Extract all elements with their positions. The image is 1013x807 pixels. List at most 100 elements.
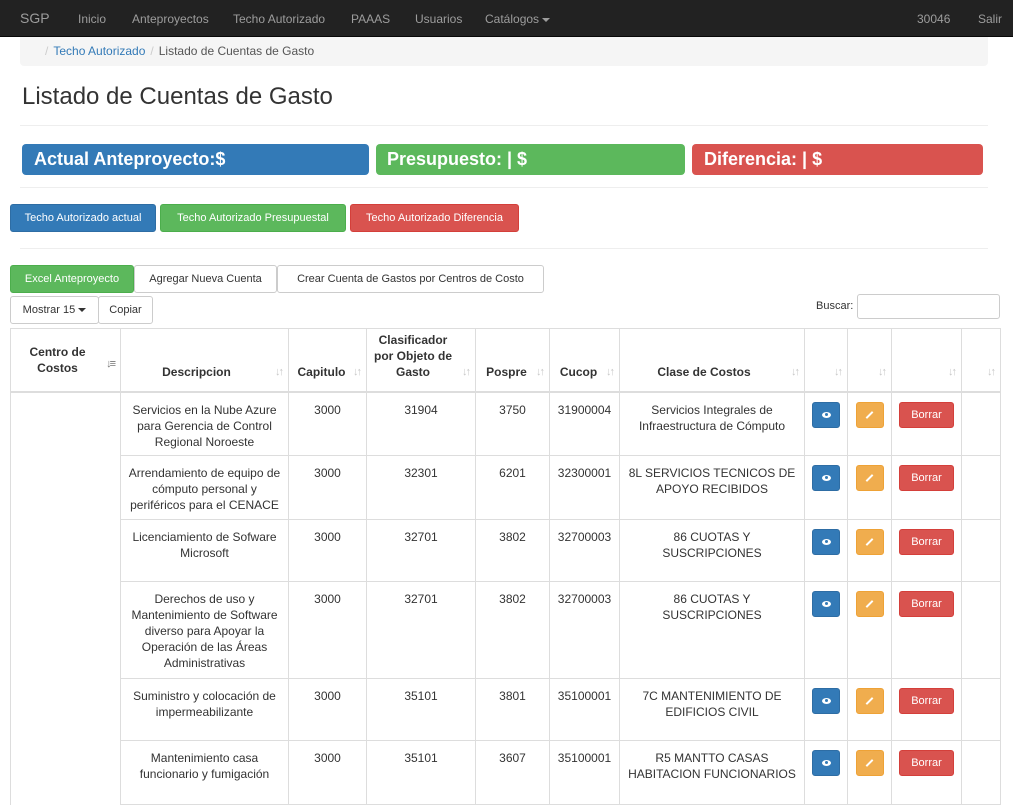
nav-item-inicio[interactable]: Inicio [78, 12, 106, 26]
nav-item-usuarios[interactable]: Usuarios [415, 12, 462, 26]
cell-centro [10, 740, 121, 805]
cell-descripcion: Licenciamiento de Sofware Microsoft [120, 519, 289, 582]
cell-descripcion: Arrendamiento de equipo de cómputo perso… [120, 455, 289, 520]
breadcrumb-separator: / [45, 44, 49, 58]
view-button[interactable] [812, 401, 840, 428]
borrar-button[interactable]: Borrar [899, 401, 954, 428]
cell-capitulo: 3000 [288, 740, 367, 805]
cell-cucop: 32700003 [549, 519, 620, 582]
header-pospre[interactable]: Pospre ↓↑ [475, 328, 550, 393]
sort-icon: ↓↑ [275, 365, 284, 378]
page-title: Listado de Cuentas de Gasto [22, 83, 333, 110]
table-row: Derechos de uso y Mantenimiento de Softw… [10, 581, 1001, 679]
header-capitulo[interactable]: Capitulo ↓↑ [288, 328, 367, 393]
copiar-button[interactable]: Copiar [98, 296, 153, 324]
breadcrumb-link-techo-autorizado[interactable]: Techo Autorizado [53, 44, 145, 58]
pencil-icon [865, 600, 874, 608]
cell-clase: 7C MANTENIMIENTO DE EDIFICIOS CIVIL [619, 678, 805, 741]
cell-clasificador: 31904 [366, 391, 476, 456]
table-row: Suministro y colocación de impermeabiliz… [10, 678, 1001, 741]
sort-icon: ↓↑ [462, 365, 471, 378]
borrar-button[interactable]: Borrar [899, 750, 954, 776]
edit-button[interactable] [855, 529, 884, 555]
view-button[interactable] [812, 591, 840, 617]
nav-item-catalogos[interactable]: Catálogos [485, 12, 551, 26]
header-delete[interactable]: ↓↑ [891, 328, 962, 393]
caret-down-icon [78, 308, 87, 313]
view-button[interactable] [812, 750, 840, 776]
user-id[interactable]: 30046 [917, 12, 950, 26]
logout-link[interactable]: Salir [978, 12, 1002, 26]
header-edit[interactable]: ↓↑ [847, 328, 892, 393]
cell-delete: Borrar [891, 581, 962, 679]
techo-autorizado-actual-button[interactable]: Techo Autorizado actual [10, 204, 156, 232]
pencil-icon [865, 538, 874, 546]
eye-icon [821, 698, 831, 705]
header-label: Clase de Costos [657, 364, 751, 379]
cell-extra [961, 455, 1001, 520]
pencil-icon [865, 697, 874, 705]
excel-anteproyecto-button[interactable]: Excel Anteproyecto [10, 265, 134, 293]
view-button[interactable] [812, 529, 840, 555]
mostrar-label: Mostrar 15 [22, 304, 76, 316]
borrar-button[interactable]: Borrar [899, 591, 954, 617]
cell-edit [847, 581, 892, 679]
agregar-nueva-cuenta-button[interactable]: Agregar Nueva Cuenta [134, 265, 277, 293]
header-label: Centro de Costos [29, 344, 86, 375]
header-cucop[interactable]: Cucop ↓↑ [549, 328, 620, 393]
edit-button[interactable] [855, 688, 884, 714]
header-label: Capitulo [297, 364, 346, 379]
search-input[interactable] [857, 294, 1000, 319]
actual-anteproyecto-total: Actual Anteproyecto:$ [22, 144, 369, 175]
header-centro-costos[interactable]: Centro de Costos ↓≡ [10, 328, 121, 393]
cell-pospre: 3750 [475, 391, 550, 456]
cell-centro [10, 519, 121, 582]
sort-icon: ↓↑ [878, 365, 887, 378]
borrar-button[interactable]: Borrar [899, 688, 954, 714]
cell-clasificador: 32301 [366, 455, 476, 520]
cell-capitulo: 3000 [288, 391, 367, 456]
cell-clasificador: 35101 [366, 678, 476, 741]
edit-button[interactable] [855, 401, 884, 428]
sort-asc-icon: ↓≡ [106, 358, 116, 370]
cell-pospre: 3802 [475, 519, 550, 582]
edit-button[interactable] [855, 465, 884, 491]
cell-delete: Borrar [891, 455, 962, 520]
cell-pospre: 3801 [475, 678, 550, 741]
borrar-button[interactable]: Borrar [899, 529, 954, 555]
header-descripcion[interactable]: Descripcion ↓↑ [120, 328, 289, 393]
cell-descripcion: Servicios en la Nube Azure para Gerencia… [120, 391, 289, 456]
techo-autorizado-diferencia-button[interactable]: Techo Autorizado Diferencia [350, 204, 519, 232]
table-row: Servicios en la Nube Azure para Gerencia… [10, 391, 1001, 456]
mostrar-page-length-button[interactable]: Mostrar 15 [10, 296, 99, 324]
cell-clase: R5 MANTTO CASAS HABITACION FUNCIONARIOS [619, 740, 805, 805]
cell-centro [10, 581, 121, 679]
nav-item-catalogos-label: Catálogos [485, 12, 540, 26]
cell-clase: 8L SERVICIOS TECNICOS DE APOYO RECIBIDOS [619, 455, 805, 520]
cell-edit [847, 740, 892, 805]
cell-pospre: 3802 [475, 581, 550, 679]
divider [20, 125, 988, 126]
view-button[interactable] [812, 688, 840, 714]
cell-clase: 86 CUOTAS Y SUSCRIPCIONES [619, 519, 805, 582]
crear-cuenta-centros-costo-button[interactable]: Crear Cuenta de Gastos por Centros de Co… [277, 265, 544, 293]
brand-link[interactable]: SGP [20, 10, 50, 26]
cell-view [804, 391, 848, 456]
nav-item-techo-autorizado[interactable]: Techo Autorizado [233, 12, 325, 26]
header-extra[interactable]: ↓↑ [961, 328, 1001, 393]
cell-descripcion: Suministro y colocación de impermeabiliz… [120, 678, 289, 741]
edit-button[interactable] [855, 591, 884, 617]
table-row: Licenciamiento de Sofware Microsoft 3000… [10, 519, 1001, 582]
header-clase-costos[interactable]: Clase de Costos ↓↑ [619, 328, 805, 393]
cell-pospre: 3607 [475, 740, 550, 805]
view-button[interactable] [812, 465, 840, 491]
borrar-button[interactable]: Borrar [899, 465, 954, 491]
table-row: Mantenimiento casa funcionario y fumigac… [10, 740, 1001, 805]
header-view[interactable]: ↓↑ [804, 328, 848, 393]
techo-autorizado-presupuestal-button[interactable]: Techo Autorizado Presupuestal [160, 204, 346, 232]
header-clasificador[interactable]: Clasificador por Objeto de Gasto ↓↑ [366, 328, 476, 393]
edit-button[interactable] [855, 750, 884, 776]
nav-item-paaas[interactable]: PAAAS [351, 12, 390, 26]
cell-centro [10, 391, 121, 456]
nav-item-anteproyectos[interactable]: Anteproyectos [132, 12, 209, 26]
